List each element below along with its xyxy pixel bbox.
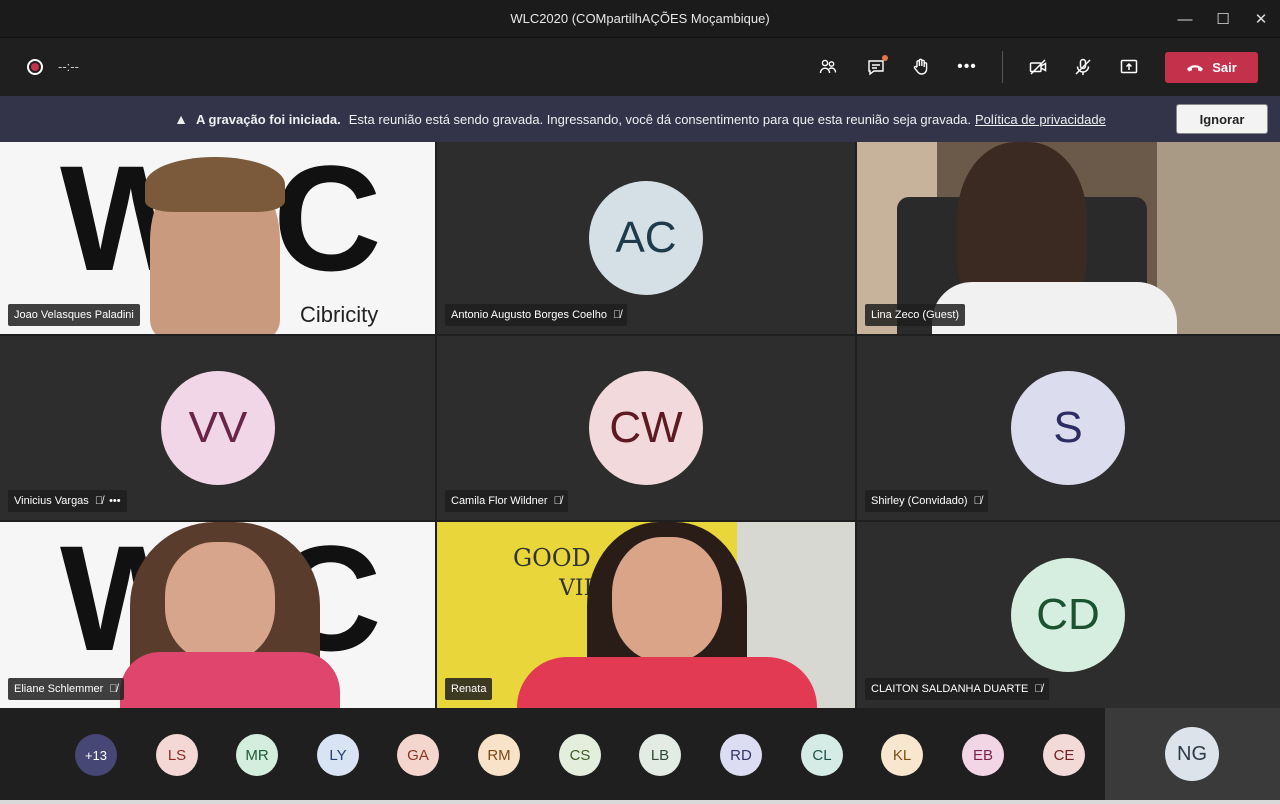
- participant-tile[interactable]: Lina Zeco (Guest): [857, 142, 1280, 334]
- raise-hand-button[interactable]: [906, 52, 936, 82]
- participant-strip: +13 LS MR LY GA RM CS LB RD CL KL EB CE: [0, 708, 1280, 800]
- record-icon: [27, 59, 43, 75]
- participant-name-tag: Renata: [445, 678, 493, 700]
- title-bar: WLC2020 (COMpartilhAÇÕES Moçambique) — ☐…: [0, 0, 1280, 38]
- more-participants-button[interactable]: +13: [75, 734, 117, 776]
- more-options-button[interactable]: •••: [109, 495, 121, 507]
- avatar[interactable]: LS: [156, 734, 198, 776]
- share-icon: [1120, 59, 1138, 74]
- avatar[interactable]: CS: [559, 734, 601, 776]
- participant-tile[interactable]: CW Camila Flor Wildner 🎙̸: [437, 336, 855, 520]
- banner-text: Esta reunião está sendo gravada. Ingress…: [348, 111, 972, 127]
- mic-off-icon: 🎙̸: [1034, 683, 1043, 695]
- camera-off-icon: [1029, 59, 1047, 75]
- participant-name: Eliane Schlemmer: [14, 683, 104, 695]
- chat-notification-badge: [882, 55, 888, 61]
- banner-heading: A gravação foi iniciada.: [196, 111, 341, 127]
- people-icon: [819, 59, 837, 74]
- more-icon: •••: [957, 58, 977, 75]
- maximize-button[interactable]: ☐: [1204, 0, 1242, 38]
- participant-tile[interactable]: S Shirley (Convidado) 🎙̸: [857, 336, 1280, 520]
- participant-name-tag: Shirley (Convidado) 🎙̸: [865, 490, 988, 512]
- mic-toggle-button[interactable]: [1068, 52, 1098, 82]
- participant-name: Renata: [451, 683, 487, 695]
- participant-tile[interactable]: WLC Cibricity Joao Velasques Paladini: [0, 142, 435, 334]
- participant-name-tag: Lina Zeco (Guest): [865, 304, 966, 326]
- phone-icon: [1187, 64, 1204, 71]
- mic-off-icon: 🎙̸: [94, 495, 104, 507]
- avatar[interactable]: CL: [801, 734, 843, 776]
- participants-button[interactable]: [813, 52, 843, 82]
- avatar: VV: [161, 371, 275, 485]
- toolbar-divider: [1002, 51, 1003, 83]
- participant-video: [165, 542, 275, 662]
- mic-off-icon: 🎙̸: [109, 683, 118, 695]
- participant-name-tag: Eliane Schlemmer 🎙̸: [8, 678, 124, 700]
- avatar[interactable]: RD: [720, 734, 762, 776]
- mic-off-icon: 🎙̸: [553, 495, 562, 507]
- camera-toggle-button[interactable]: [1023, 52, 1053, 82]
- close-window-button[interactable]: ✕: [1242, 0, 1280, 38]
- leave-button[interactable]: Sair: [1165, 52, 1258, 83]
- mic-off-icon: 🎙̸: [973, 495, 982, 507]
- self-avatar: NG: [1165, 727, 1219, 781]
- avatar[interactable]: MR: [236, 734, 278, 776]
- participant-name: Joao Velasques Paladini: [14, 309, 134, 321]
- participant-name: Antonio Augusto Borges Coelho: [451, 309, 607, 321]
- warning-icon: ▲: [174, 111, 189, 127]
- participant-shirt: [517, 657, 817, 708]
- participant-name: Lina Zeco (Guest): [871, 309, 960, 321]
- self-preview-tile[interactable]: NG: [1105, 708, 1280, 800]
- avatar[interactable]: KL: [881, 734, 923, 776]
- recording-banner: ▲ A gravação foi iniciada. Esta reunião …: [0, 96, 1280, 142]
- chat-button[interactable]: [861, 52, 891, 82]
- good-vibes-text: GOOD: [513, 544, 591, 572]
- meeting-timer: --:--: [58, 59, 79, 74]
- avatar: CD: [1011, 558, 1125, 672]
- participant-shirt: [120, 652, 340, 708]
- participant-tile[interactable]: CD CLAITON SALDANHA DUARTE 🎙̸: [857, 522, 1280, 708]
- window-controls: — ☐ ✕: [1166, 0, 1280, 38]
- participant-tile[interactable]: VV Vinicius Vargas 🎙̸ •••: [0, 336, 435, 520]
- participant-name: Camila Flor Wildner: [451, 495, 548, 507]
- avatar[interactable]: GA: [397, 734, 439, 776]
- avatar[interactable]: RM: [478, 734, 520, 776]
- avatar[interactable]: EB: [962, 734, 1004, 776]
- mic-off-icon: 🎙̸: [612, 309, 622, 321]
- participant-shirt: [932, 282, 1177, 334]
- avatar[interactable]: LB: [639, 734, 681, 776]
- meeting-toolbar: --:-- ••• Sair: [0, 38, 1280, 96]
- participant-name: CLAITON SALDANHA DUARTE: [871, 683, 1029, 695]
- ignore-button[interactable]: Ignorar: [1176, 104, 1268, 134]
- participant-tile[interactable]: WLC Eliane Schlemmer 🎙̸: [0, 522, 435, 708]
- more-actions-button[interactable]: •••: [952, 52, 982, 82]
- avatar: AC: [589, 181, 703, 295]
- leave-label: Sair: [1212, 60, 1237, 75]
- video-grid: WLC Cibricity Joao Velasques Paladini AC…: [0, 142, 1280, 708]
- avatar[interactable]: LY: [317, 734, 359, 776]
- mic-off-icon: [1075, 58, 1091, 75]
- participant-tile[interactable]: GOOD VIB Renata: [437, 522, 855, 708]
- privacy-policy-link[interactable]: Política de privacidade: [975, 112, 1106, 127]
- avatar: S: [1011, 371, 1125, 485]
- participant-hair: [145, 157, 285, 212]
- avatar: CW: [589, 371, 703, 485]
- participant-name-tag: Vinicius Vargas 🎙̸ •••: [8, 490, 127, 512]
- participant-video: [612, 537, 722, 662]
- participant-tile[interactable]: AC Antonio Augusto Borges Coelho 🎙̸: [437, 142, 855, 334]
- participant-name-tag: CLAITON SALDANHA DUARTE 🎙̸: [865, 678, 1049, 700]
- cibricity-text: Cibricity: [300, 302, 379, 327]
- window-bottom-edge: [0, 800, 1280, 804]
- window-title: WLC2020 (COMpartilhAÇÕES Moçambique): [510, 11, 770, 26]
- participant-name: Shirley (Convidado): [871, 495, 968, 507]
- participant-name-tag: Antonio Augusto Borges Coelho 🎙̸: [445, 304, 628, 326]
- raise-hand-icon: [913, 58, 928, 75]
- share-screen-button[interactable]: [1114, 52, 1144, 82]
- participant-name: Vinicius Vargas: [14, 495, 89, 507]
- background-wall: [1157, 142, 1280, 334]
- participant-name-tag: Camila Flor Wildner 🎙̸: [445, 490, 568, 512]
- minimize-button[interactable]: —: [1166, 0, 1204, 38]
- avatar[interactable]: CE: [1043, 734, 1085, 776]
- participant-name-tag: Joao Velasques Paladini: [8, 304, 140, 326]
